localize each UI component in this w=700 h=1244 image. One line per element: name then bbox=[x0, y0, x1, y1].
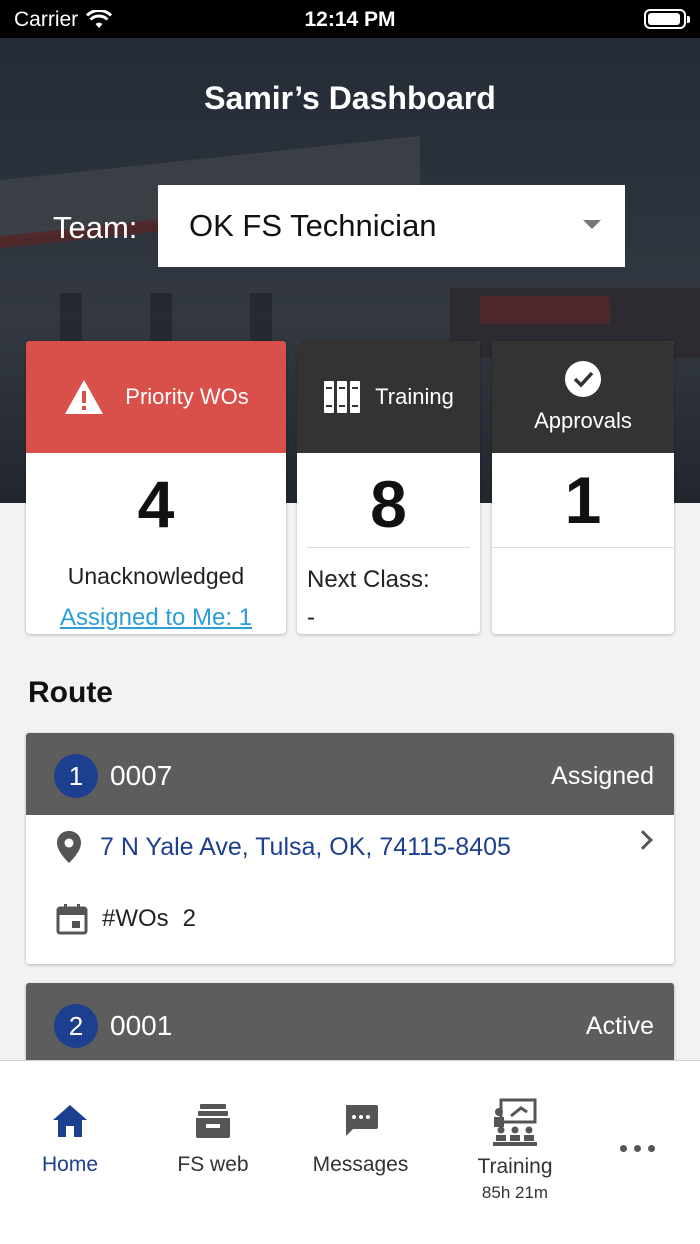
route-number-badge: 1 bbox=[54, 754, 98, 798]
priority-wos-header: Priority WOs bbox=[26, 341, 286, 453]
wo-count-label: #WOs bbox=[102, 905, 169, 932]
tab-training[interactable]: Training 85h 21m bbox=[465, 1097, 565, 1203]
route-item[interactable]: 1 0007 Assigned 7 N Yale Ave, Tulsa, OK,… bbox=[26, 733, 674, 964]
classroom-icon bbox=[493, 1098, 537, 1146]
team-select[interactable]: OK FS Technician bbox=[158, 185, 625, 267]
tab-training-label: Training bbox=[477, 1155, 553, 1178]
route-section-title: Route bbox=[28, 676, 113, 709]
tab-home-label: Home bbox=[41, 1153, 99, 1176]
caret-down-icon bbox=[583, 220, 601, 229]
location-pin-icon bbox=[57, 831, 81, 863]
tab-fs-web[interactable]: FS web bbox=[168, 1101, 258, 1177]
warning-icon bbox=[65, 380, 104, 414]
route-status: Active bbox=[585, 1012, 654, 1040]
tab-fs-web-label: FS web bbox=[177, 1153, 249, 1176]
chevron-right-icon bbox=[633, 830, 653, 850]
team-select-value: OK FS Technician bbox=[189, 208, 437, 243]
route-store-id: 0001 bbox=[110, 1010, 173, 1041]
priority-wos-count: 4 bbox=[137, 467, 175, 541]
battery-icon bbox=[644, 9, 690, 29]
route-address[interactable]: 7 N Yale Ave, Tulsa, OK, 74115-8405 bbox=[100, 833, 511, 862]
tab-home[interactable]: Home bbox=[30, 1101, 110, 1177]
bottom-tab-bar: Home FS web Messages Training 85h 21m bbox=[0, 1060, 700, 1244]
tab-training-time: 85h 21m bbox=[481, 1183, 549, 1202]
status-bar: Carrier 12:14 PM bbox=[0, 0, 700, 38]
route-address-row[interactable]: 7 N Yale Ave, Tulsa, OK, 74115-8405 bbox=[26, 811, 674, 883]
check-circle-icon bbox=[565, 361, 601, 397]
next-class-value: - bbox=[307, 604, 315, 631]
calendar-icon bbox=[56, 904, 88, 935]
home-icon bbox=[53, 1105, 87, 1137]
approvals-card[interactable]: Approvals 1 bbox=[492, 341, 674, 634]
inbox-archive-icon bbox=[196, 1104, 230, 1138]
team-label: Team: bbox=[53, 210, 138, 245]
priority-wos-card[interactable]: Priority WOs 4 Unacknowledged Assigned t… bbox=[26, 341, 286, 634]
training-title: Training bbox=[375, 384, 454, 409]
message-icon bbox=[345, 1105, 378, 1136]
training-divider bbox=[307, 547, 470, 548]
priority-wos-subtitle: Unacknowledged bbox=[67, 563, 245, 589]
wo-count-value: 2 bbox=[182, 905, 197, 932]
tab-messages-label: Messages bbox=[312, 1153, 409, 1176]
training-header: Training bbox=[297, 341, 480, 453]
route-number-badge: 2 bbox=[54, 1004, 98, 1048]
assigned-to-me-link[interactable]: Assigned to Me: 1 bbox=[26, 604, 286, 632]
training-count: 8 bbox=[370, 467, 407, 541]
route-item-header: 2 0001 Active bbox=[26, 983, 674, 1065]
books-icon bbox=[324, 381, 361, 413]
page-title: Samir’s Dashboard bbox=[204, 80, 496, 116]
approvals-count: 1 bbox=[564, 463, 602, 537]
more-icon[interactable] bbox=[620, 1145, 655, 1152]
route-wo-row: #WOs 2 bbox=[26, 883, 674, 955]
route-store-id: 0007 bbox=[110, 760, 173, 791]
next-class-label: Next Class: bbox=[307, 566, 430, 593]
approvals-header: Approvals bbox=[492, 341, 674, 453]
route-status: Assigned bbox=[551, 762, 654, 790]
approvals-title: Approvals bbox=[534, 408, 632, 433]
approvals-divider bbox=[492, 547, 674, 548]
tab-messages[interactable]: Messages bbox=[303, 1101, 418, 1177]
training-card[interactable]: Training 8 Next Class: - bbox=[297, 341, 480, 634]
route-item-header: 1 0007 Assigned bbox=[26, 733, 674, 815]
priority-wos-title: Priority WOs bbox=[125, 384, 249, 409]
status-time: 12:14 PM bbox=[304, 8, 396, 31]
